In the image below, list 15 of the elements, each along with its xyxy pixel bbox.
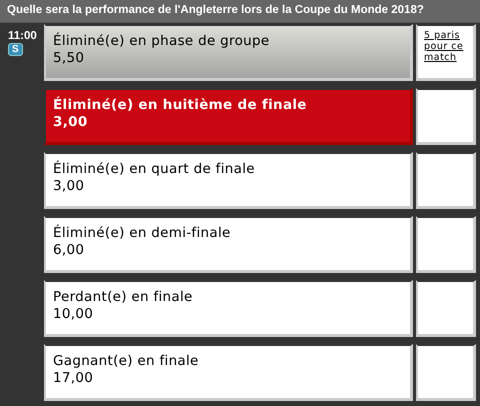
bet-option[interactable]: Éliminé(e) en quart de finale 3,00	[44, 152, 413, 209]
side-panel	[416, 280, 476, 337]
bet-option[interactable]: Éliminé(e) en demi-finale 6,00	[44, 216, 413, 273]
bet-option[interactable]: Éliminé(e) en huitième de finale 3,00	[44, 88, 413, 145]
side-panel	[416, 216, 476, 273]
bets-link[interactable]: 5 paris pour ce match	[424, 30, 473, 63]
sport-badge: S	[8, 43, 23, 56]
bet-option[interactable]: Perdant(e) en finale 10,00	[44, 280, 413, 337]
bet-option[interactable]: Éliminé(e) en phase de groupe 5,50	[44, 24, 413, 81]
question-title: Quelle sera la performance de l'Angleterre lors de la Coupe du Monde 2018?	[6, 3, 425, 16]
side-panel	[416, 88, 476, 145]
side-panel	[416, 152, 476, 209]
side-panel	[416, 344, 476, 401]
match-time: 11:00	[8, 30, 37, 42]
bet-option[interactable]: Gagnant(e) en finale 17,00	[44, 344, 413, 401]
